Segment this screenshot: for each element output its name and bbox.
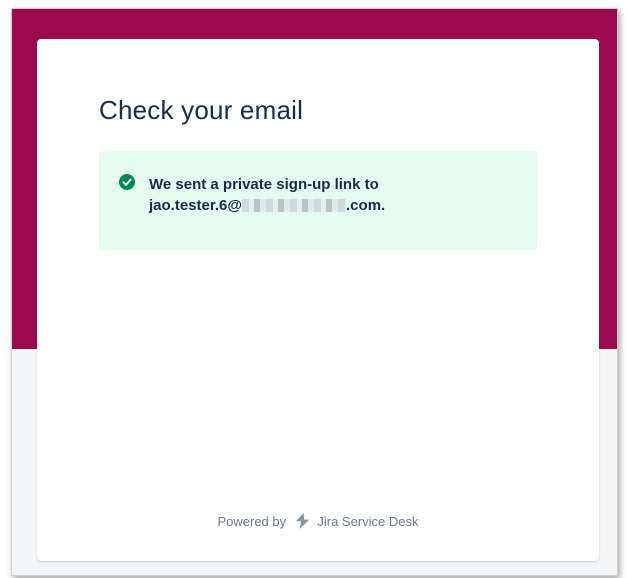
redacted-domain <box>242 199 347 212</box>
portal-frame: Check your email We sent a private sign-… <box>11 8 618 576</box>
product-name: Jira Service Desk <box>317 514 419 529</box>
email-suffix: .com. <box>346 197 386 214</box>
recipient-email: jao.tester.6@ .com. <box>149 195 519 216</box>
email-prefix: jao.tester.6@ <box>149 197 243 214</box>
page-title: Check your email <box>99 95 304 125</box>
success-message-line: We sent a private sign-up link to <box>149 176 379 193</box>
jira-service-desk-logo-icon <box>295 513 310 529</box>
check-circle-icon <box>119 174 135 190</box>
success-message: We sent a private sign-up link to jao.te… <box>99 151 537 250</box>
powered-by-label: Powered by <box>217 514 287 529</box>
signup-card: Check your email We sent a private sign-… <box>37 39 599 561</box>
powered-by-footer: Powered by Jira Service Desk <box>37 513 599 529</box>
success-message-text: We sent a private sign-up link to jao.te… <box>149 174 519 216</box>
